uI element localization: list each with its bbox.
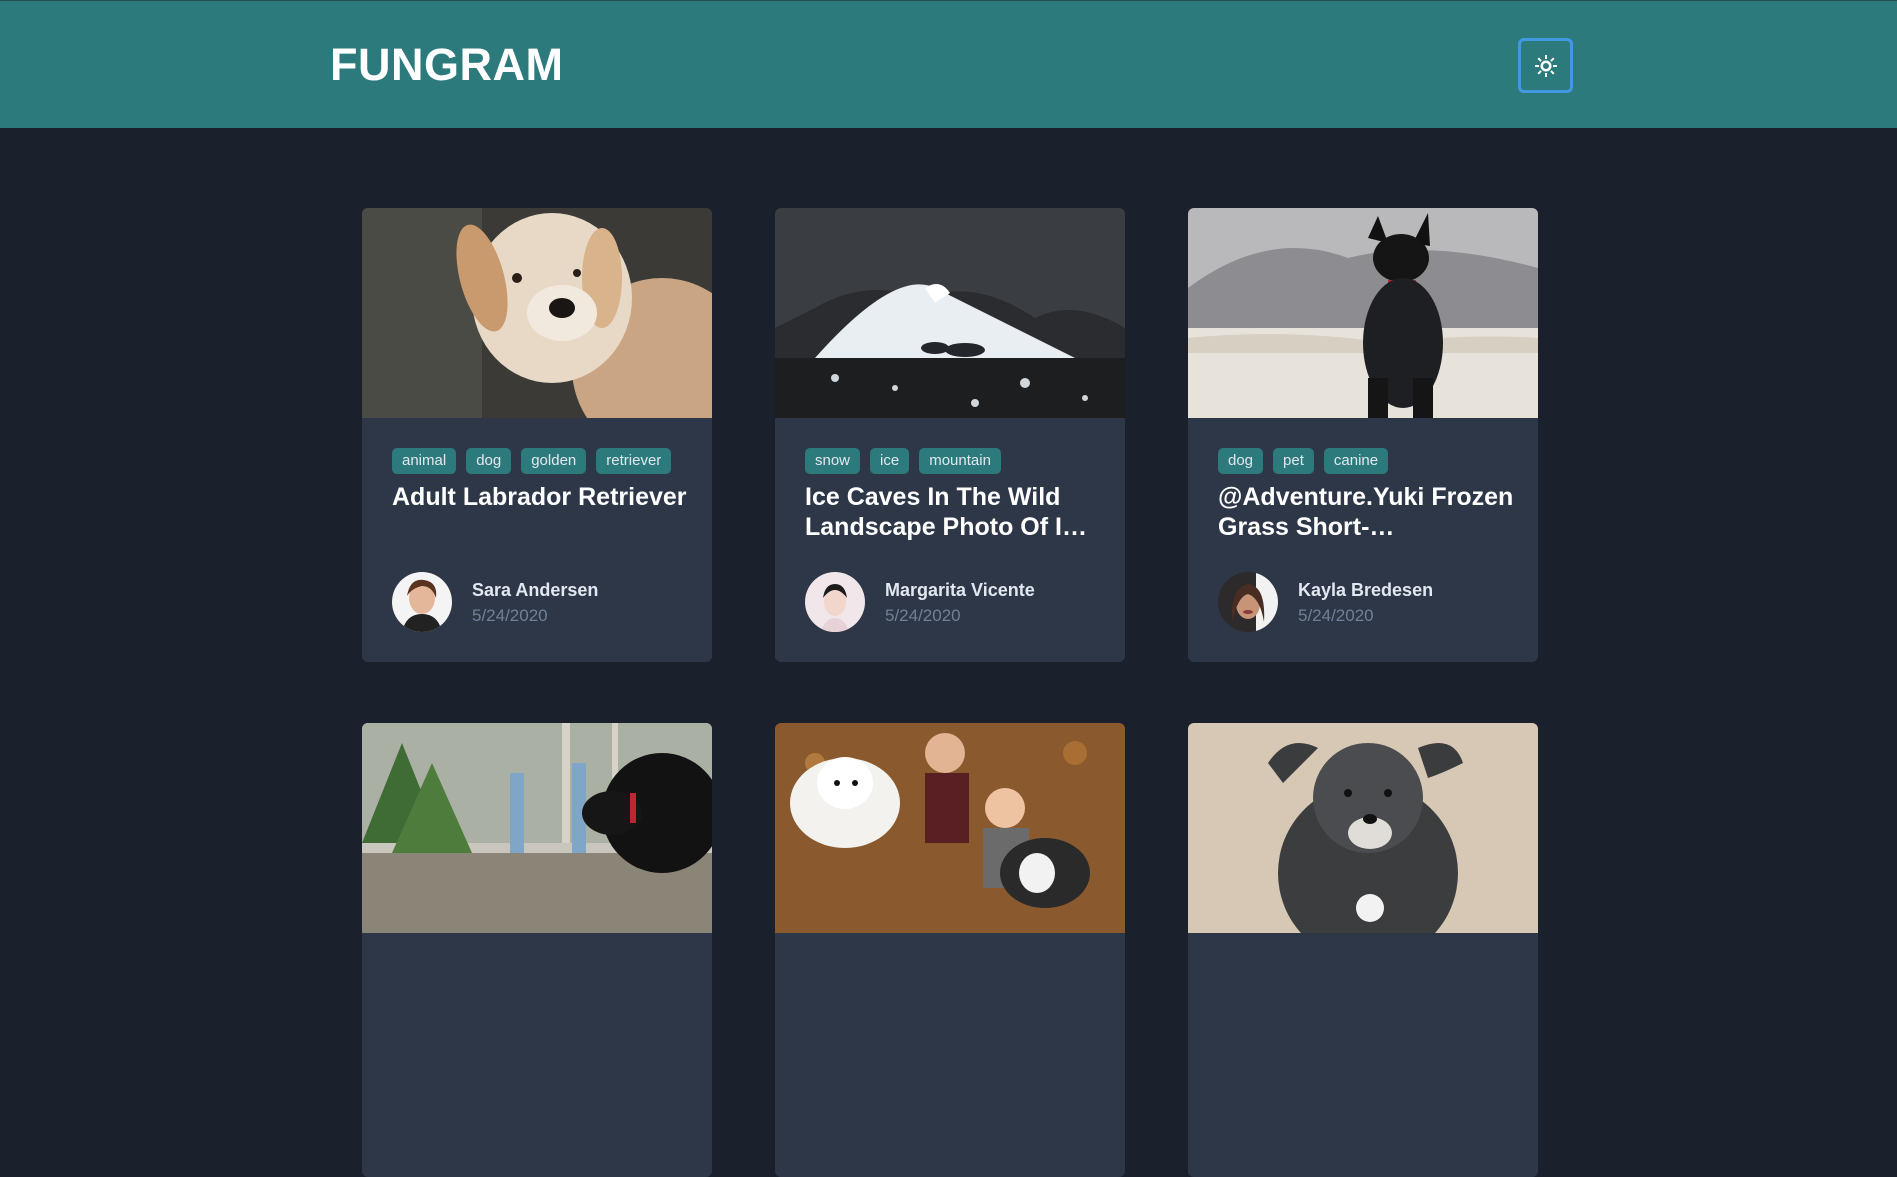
post-author: Kayla Bredesen 5/24/2020 [1218,572,1518,632]
app-header: FUNGRAM [0,0,1897,128]
tag-list: dog pet canine [1218,448,1389,474]
post-title[interactable]: Adult Labrador Retriever [392,482,692,512]
post-photo-black-dog-snow[interactable] [1188,208,1538,418]
tag[interactable]: dog [466,448,512,474]
author-name[interactable]: Sara Andersen [472,580,598,601]
post-title[interactable]: Ice Caves In The Wild Landscape Photo Of… [805,482,1105,542]
tag-list: animal dog golden retriever [392,448,672,474]
avatar[interactable] [805,572,865,632]
avatar[interactable] [1218,572,1278,632]
tag[interactable]: pet [1273,448,1314,474]
tag[interactable]: canine [1323,448,1389,474]
theme-toggle-button[interactable] [1518,38,1573,93]
tag[interactable]: retriever [596,448,672,474]
post-card[interactable]: animal dog golden retriever Adult Labrad… [362,208,712,662]
sun-icon [1534,54,1557,77]
post-card[interactable] [1188,723,1538,1177]
post-photo-ice-cave[interactable] [775,208,1125,418]
post-date: 5/24/2020 [1298,606,1374,625]
post-date: 5/24/2020 [472,606,548,625]
tag[interactable]: dog [1218,448,1264,474]
post-author: Sara Andersen 5/24/2020 [392,572,692,632]
tag[interactable]: mountain [919,448,1001,474]
author-name[interactable]: Kayla Bredesen [1298,580,1433,601]
post-photo-black-dog-forest[interactable] [362,723,712,933]
post-card[interactable] [362,723,712,1177]
post-date: 5/24/2020 [885,606,961,625]
tag-list: snow ice mountain [805,448,1001,474]
brand-logo-text[interactable]: FUNGRAM [330,39,563,91]
post-photo-gray-terrier[interactable] [1188,723,1538,933]
post-card[interactable]: dog pet canine @Adventure.Yuki Frozen Gr… [1188,208,1538,662]
post-card[interactable] [775,723,1125,1177]
post-title[interactable]: @Adventure.Yuki Frozen Grass Short-… [1218,482,1518,542]
post-photo-golden-retriever[interactable] [362,208,712,418]
post-card[interactable]: snow ice mountain Ice Caves In The Wild … [775,208,1125,662]
avatar[interactable] [392,572,452,632]
tag[interactable]: snow [805,448,861,474]
tag[interactable]: animal [392,448,457,474]
post-author: Margarita Vicente 5/24/2020 [805,572,1105,632]
post-photo-kids-with-dogs[interactable] [775,723,1125,933]
author-name[interactable]: Margarita Vicente [885,580,1035,601]
tag[interactable]: ice [870,448,910,474]
tag[interactable]: golden [521,448,587,474]
